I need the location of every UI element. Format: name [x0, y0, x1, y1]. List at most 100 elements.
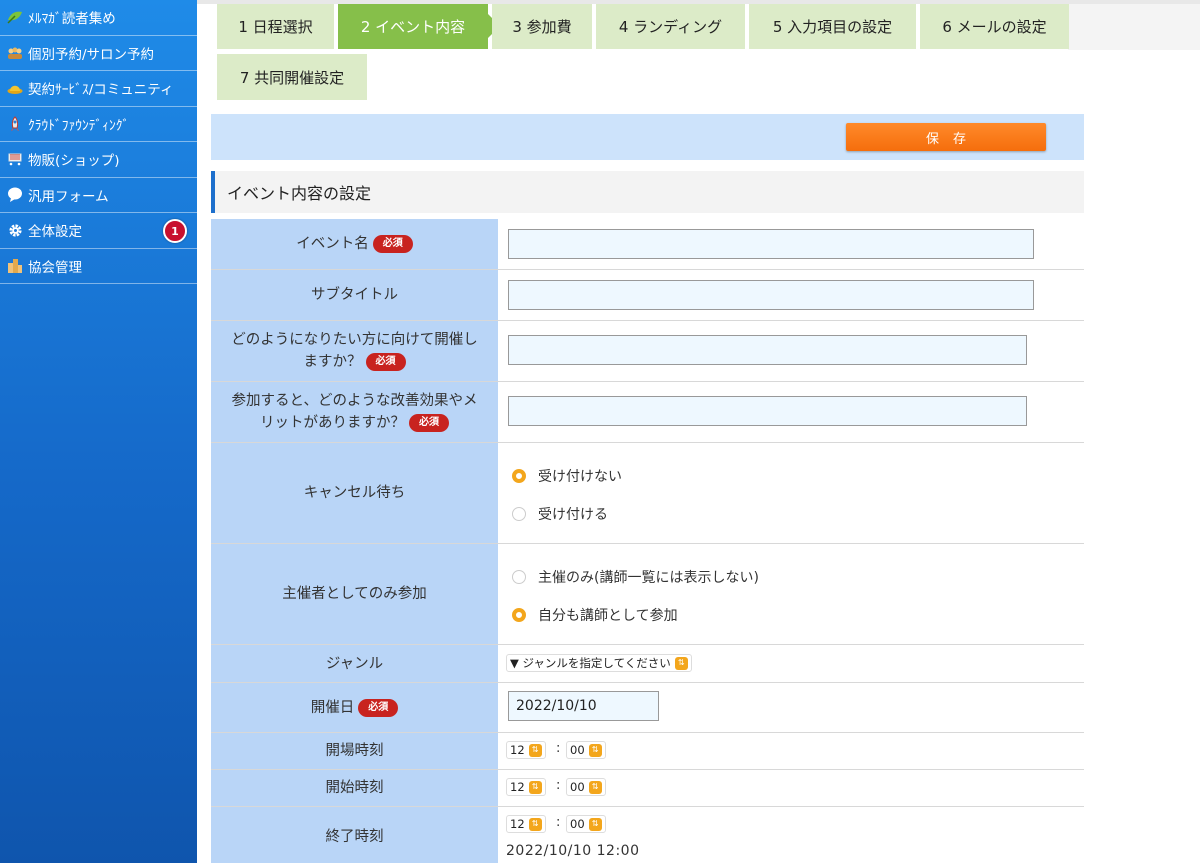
tab-fee[interactable]: 3 参加費 — [492, 4, 592, 49]
start-minute-select[interactable]: 00 ⇅ — [566, 778, 606, 796]
leaf-icon — [6, 8, 24, 26]
sidebar-item-label: ﾒﾙﾏｶﾞ読者集め — [28, 11, 116, 28]
field-label: 終了時刻 — [211, 807, 498, 863]
target-input[interactable] — [508, 335, 1027, 365]
radio-selected-icon — [512, 608, 526, 622]
date-input[interactable]: 2022/10/10 — [508, 691, 659, 721]
field-label: ジャンル — [211, 645, 498, 682]
notification-badge: 1 — [163, 219, 187, 243]
sidebar-item-label: 物販(ショップ) — [28, 153, 120, 170]
select-value: 00 — [570, 817, 585, 831]
field-label: 開始時刻 — [211, 770, 498, 806]
label-text: 開始時刻 — [325, 780, 384, 796]
save-bar: 保存 — [211, 114, 1084, 160]
field-value — [498, 270, 1084, 320]
buildings-icon — [6, 257, 24, 275]
tab-mail[interactable]: 6 メールの設定 — [920, 4, 1069, 49]
label-text: キャンセル待ち — [303, 485, 406, 501]
select-arrows-icon: ⇅ — [528, 817, 542, 831]
form-row-target: どのようになりたい方に向けて開催しますか？ 必須 — [211, 321, 1084, 382]
sidebar: ﾒﾙﾏｶﾞ読者集め 個別予約/サロン予約 契約ｻｰﾋﾞｽ/コミュニティ ｸﾗｳﾄ… — [0, 0, 197, 863]
select-value: 12 — [510, 817, 525, 831]
form-row-genre: ジャンル ▼ ジャンルを指定してください ⇅ — [211, 645, 1084, 683]
label-text: 開場時刻 — [325, 743, 384, 759]
event-name-input[interactable] — [508, 229, 1034, 259]
tab-input-fields[interactable]: 5 入力項目の設定 — [749, 4, 916, 49]
organizer-option-also-lecturer[interactable]: 自分も講師として参加 — [512, 605, 678, 625]
radio-unselected-icon — [512, 507, 526, 521]
label-wrap: どのようになりたい方に向けて開催しますか？ 必須 — [225, 329, 484, 373]
field-value — [498, 382, 1084, 442]
select-arrows-icon: ⇅ — [588, 780, 602, 794]
tab-event-content[interactable]: 2 イベント内容 — [338, 4, 500, 49]
field-value: 主催のみ(講師一覧には表示しない) 自分も講師として参加 — [498, 544, 1084, 644]
label-text: 終了時刻 — [325, 829, 384, 845]
field-value: 12 ⇅ : 00 ⇅ — [498, 733, 1084, 769]
time-separator: : — [556, 778, 561, 793]
required-badge: 必須 — [409, 414, 449, 432]
field-label: どのようになりたい方に向けて開催しますか？ 必須 — [211, 321, 498, 381]
label-text: イベント名 — [296, 236, 369, 252]
select-arrows-icon: ⇅ — [588, 817, 602, 831]
radio-unselected-icon — [512, 570, 526, 584]
select-arrows-icon: ⇅ — [588, 743, 602, 757]
field-label: 開催日 必須 — [211, 683, 498, 732]
hat-icon — [6, 79, 24, 97]
waitlist-option-reject[interactable]: 受け付けない — [512, 466, 622, 486]
sidebar-item-association[interactable]: 協会管理 — [0, 249, 197, 284]
field-value: ▼ ジャンルを指定してください ⇅ — [498, 645, 1084, 682]
end-minute-select[interactable]: 00 ⇅ — [566, 815, 606, 833]
sidebar-item-form[interactable]: 汎用フォーム — [0, 178, 197, 213]
select-value: 00 — [570, 780, 585, 794]
subtitle-input[interactable] — [508, 280, 1034, 310]
end-hour-select[interactable]: 12 ⇅ — [506, 815, 546, 833]
open-hour-select[interactable]: 12 ⇅ — [506, 741, 546, 759]
form-row-waitlist: キャンセル待ち 受け付けない 受け付ける — [211, 443, 1084, 544]
form-row-event-name: イベント名 必須 — [211, 219, 1084, 270]
tab-schedule[interactable]: 1 日程選択 — [217, 4, 334, 49]
field-label: サブタイトル — [211, 270, 498, 320]
label-text: どのようになりたい方に向けて開催しますか？ — [231, 332, 478, 370]
select-arrows-icon: ⇅ — [528, 780, 542, 794]
form-row-subtitle: サブタイトル — [211, 270, 1084, 321]
field-label: キャンセル待ち — [211, 443, 498, 543]
sidebar-item-reservation[interactable]: 個別予約/サロン予約 — [0, 36, 197, 71]
sidebar-item-crowdfunding[interactable]: ｸﾗｳﾄﾞﾌｧｳﾝﾃﾞｨﾝｸﾞ — [0, 107, 197, 142]
people-icon — [6, 44, 24, 62]
form-row-date: 開催日 必須 2022/10/10 — [211, 683, 1084, 733]
benefit-input[interactable] — [508, 396, 1027, 426]
open-minute-select[interactable]: 00 ⇅ — [566, 741, 606, 759]
tab-landing[interactable]: 4 ランディング — [596, 4, 745, 49]
radio-label: 受け付けない — [538, 469, 622, 485]
sidebar-item-mailmag[interactable]: ﾒﾙﾏｶﾞ読者集め — [0, 0, 197, 36]
genre-select[interactable]: ▼ ジャンルを指定してください ⇅ — [506, 654, 692, 672]
form-row-open-time: 開場時刻 12 ⇅ : 00 ⇅ — [211, 733, 1084, 770]
form-row-benefit: 参加すると、どのような改善効果やメリットがありますか？ 必須 — [211, 382, 1084, 443]
label-text: 開催日 — [310, 699, 355, 716]
select-value: ▼ ジャンルを指定してください — [510, 656, 671, 670]
field-label: イベント名 必須 — [211, 219, 498, 269]
rocket-icon — [6, 115, 24, 133]
end-datetime-summary: 2022/10/10 12:00 — [506, 843, 640, 859]
section-title: イベント内容の設定 — [211, 171, 1084, 213]
sidebar-item-subscription[interactable]: 契約ｻｰﾋﾞｽ/コミュニティ — [0, 71, 197, 107]
sidebar-item-label: 契約ｻｰﾋﾞｽ/コミュニティ — [28, 82, 174, 99]
select-arrows-icon: ⇅ — [674, 656, 688, 670]
form-row-start-time: 開始時刻 12 ⇅ : 00 ⇅ — [211, 770, 1084, 807]
waitlist-option-accept[interactable]: 受け付ける — [512, 504, 608, 524]
form-row-end-time: 終了時刻 12 ⇅ : 00 ⇅ 2022/10/10 12:00 — [211, 807, 1084, 863]
save-button[interactable]: 保存 — [846, 123, 1046, 151]
required-badge: 必須 — [372, 235, 413, 253]
tab-co-host[interactable]: 7 共同開催設定 — [217, 54, 367, 100]
start-hour-select[interactable]: 12 ⇅ — [506, 778, 546, 796]
select-value: 00 — [570, 743, 585, 757]
radio-label: 主催のみ(講師一覧には表示しない) — [538, 570, 759, 586]
sidebar-item-shop[interactable]: 物販(ショップ) — [0, 142, 197, 178]
sidebar-item-label: 協会管理 — [28, 259, 82, 276]
field-value: 12 ⇅ : 00 ⇅ — [498, 770, 1084, 806]
field-value: 12 ⇅ : 00 ⇅ 2022/10/10 12:00 — [498, 807, 1084, 863]
organizer-option-host-only[interactable]: 主催のみ(講師一覧には表示しない) — [512, 567, 759, 587]
sidebar-item-label: 個別予約/サロン予約 — [28, 46, 155, 63]
sidebar-item-settings[interactable]: 全体設定 1 — [0, 213, 197, 249]
label-text: 主催者としてのみ参加 — [282, 586, 427, 602]
